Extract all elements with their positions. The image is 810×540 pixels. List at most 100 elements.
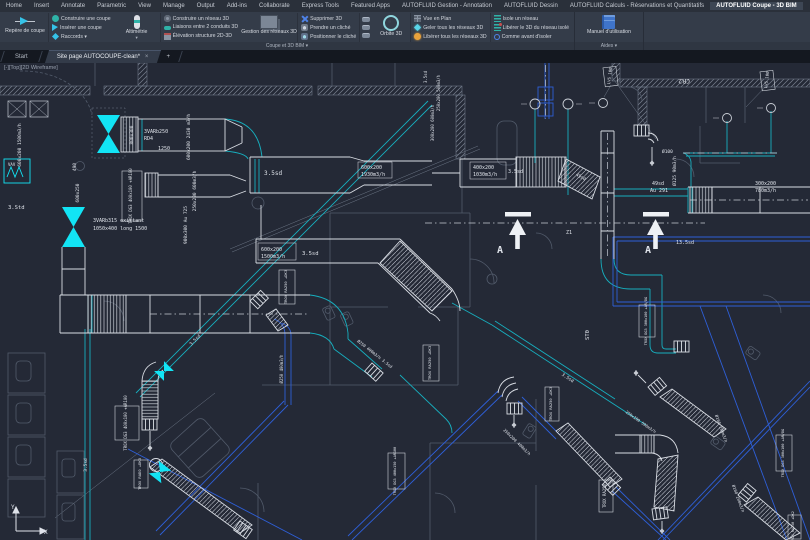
vav-label: VAV [8, 162, 16, 167]
fixture-label: LVS 100 [606, 67, 613, 85]
orbite-3d-button[interactable]: Orbite 3D [372, 13, 410, 42]
trox-label: TROX DG3 400x100 +AR100 [123, 395, 128, 451]
delete-x-icon [301, 15, 308, 22]
tab-start[interactable]: Start [5, 50, 38, 63]
manuel-utilisation-button[interactable]: Manuel d'utilisation [577, 13, 641, 42]
ribbon-tab-bar: Home Insert Annotate Parametric View Man… [0, 0, 810, 12]
database-icon [362, 25, 370, 30]
supprimer-3d-button[interactable]: Supprimer 3D [301, 15, 356, 22]
tab-autofluid-gestion[interactable]: AUTOFLUID Gestion - Annotation [396, 2, 498, 10]
camera-icon [301, 24, 308, 31]
liaisons-conduits-3d-button[interactable]: Liaisons entre 2 conduits 3D [164, 24, 238, 30]
tab-insert[interactable]: Insert [28, 2, 55, 10]
build-network-icon [164, 15, 171, 22]
duct-label: 3VARb315 existant [93, 218, 144, 224]
toilet-fixtures [322, 305, 761, 450]
ribbon-group-aides: Manuel d'utilisation Aides ▾ [575, 12, 644, 50]
room-label: Z1 [566, 230, 572, 236]
ribbon: Repère de coupe Construire une coupe Ins… [0, 12, 810, 51]
duct-label: 600x200 [361, 165, 382, 171]
duct-label: 3.Std [8, 205, 25, 211]
altimetrie-button[interactable]: Altimétrie ▾ [114, 13, 160, 42]
duct-label: 1050x400 long 1500 [93, 226, 147, 232]
insert-section-icon [52, 24, 58, 31]
raccords-button[interactable]: Raccords ▾ [52, 33, 111, 40]
altimetry-icon [134, 15, 140, 29]
section-marker-icon [15, 15, 35, 28]
duct-label: 1930m3/h [361, 172, 385, 178]
close-tab-icon[interactable]: × [145, 54, 149, 60]
tab-collaborate[interactable]: Collaborate [253, 2, 296, 10]
duct-label: 1500m3/h [261, 254, 285, 260]
duct-label: 3.5sd [83, 458, 89, 472]
group-label-coupe[interactable]: Coupe et 3D BIM ▾ [0, 42, 574, 50]
duct-label: 600x200 1500m3/h [17, 123, 23, 167]
ucs-icon [13, 507, 46, 534]
thaw-icon [414, 33, 421, 40]
repere-de-coupe-button[interactable]: Repère de coupe [2, 13, 48, 42]
section-letter: A [497, 245, 503, 256]
trox-label: TROX RA250 [602, 483, 607, 508]
tab-featured-apps[interactable]: Featured Apps [345, 2, 396, 10]
application-window: Home Insert Annotate Parametric View Man… [0, 0, 810, 540]
tab-autofluid-coupe-3d-bim[interactable]: AUTOFLUID Coupe - 3D BIM [710, 2, 803, 10]
tab-view[interactable]: View [132, 2, 157, 10]
tab-output[interactable]: Output [191, 2, 221, 10]
white-duct-layer [60, 99, 810, 540]
build-section-icon [52, 15, 59, 22]
isole-reseau-button[interactable]: Isole un réseau [494, 15, 569, 22]
duct-label: 400x200 [473, 165, 494, 171]
duct-label: 3VARb250 [144, 129, 168, 135]
duct-label: 780m3/h [755, 188, 776, 194]
group-label-aides[interactable]: Aides ▾ [575, 42, 643, 50]
duct-label: 3.5sd [508, 169, 523, 175]
tab-parametric[interactable]: Parametric [91, 2, 132, 10]
construire-une-coupe-button[interactable]: Construire une coupe [52, 15, 111, 22]
comme-avant-isoler-button[interactable]: Comme avant d'isoler [494, 34, 569, 40]
duct-label: Ø100 [662, 148, 673, 155]
duct-label: 600x250 [75, 183, 81, 202]
drawing-canvas[interactable]: [-][Top][2D Wireframe] [0, 63, 810, 540]
new-tab-button[interactable]: + [158, 50, 178, 63]
tab-annotate[interactable]: Annotate [55, 2, 91, 10]
pipe-label: Ø250 400m3/h 3.5sd [356, 339, 394, 370]
tab-document-active[interactable]: Site page AUTOCOUPE-clean* × [45, 50, 161, 63]
pipe-label: 250x200 500m3/h [625, 409, 658, 434]
tab-express-tools[interactable]: Express Tools [296, 2, 345, 10]
elevation-structure-button[interactable]: Élévation structure 2D-3D [164, 33, 238, 40]
ribbon-group-coupe-3d-bim: Repère de coupe Construire une coupe Ins… [0, 12, 575, 50]
chevron-down-icon: ▾ [135, 36, 137, 39]
inserer-une-coupe-button[interactable]: Insérer une coupe [52, 24, 111, 31]
trox-label: TROX RA250 +DK3 [283, 270, 288, 304]
prendre-cliche-button[interactable]: Prendre un cliché [301, 24, 356, 31]
viewport-controls[interactable]: [-][Top][2D Wireframe] [4, 65, 58, 71]
file-tab-bar: Start Site page AUTOCOUPE-clean* × + [0, 50, 810, 63]
pipe-label: 250x200 400m3/h [502, 428, 532, 457]
duct-label: 600x200 2430 m3/h [186, 114, 192, 160]
fitting-diamond-icon [52, 33, 59, 40]
duct-label: 13.5sd [676, 240, 694, 246]
duct-label: 300x200 600m3/h [430, 104, 435, 141]
3d-networks-icon [260, 15, 278, 29]
gestion-reseaux-3d-button[interactable]: Gestion des réseaux 3D [241, 13, 297, 42]
vue-en-plan-button[interactable]: Vue en Plan [414, 15, 486, 22]
liberer-3d-isole-button[interactable]: Libérer le 3D du réseau isolé [494, 24, 569, 31]
trox-label: TROX DG3 400x150 +AR100 [393, 447, 397, 495]
tab-addins[interactable]: Add-ins [221, 2, 253, 10]
tab-autofluid-dessin[interactable]: AUTOFLUID Dessin [498, 2, 564, 10]
duct-label: 49sd [652, 181, 664, 187]
duct-label: Ø125 90m3/h [671, 156, 678, 186]
geler-reseaux-button[interactable]: Geler tous les réseaux 3D [414, 24, 486, 31]
tab-manage[interactable]: Manage [157, 2, 191, 10]
tab-home[interactable]: Home [0, 2, 28, 10]
liberer-tous-reseaux-button[interactable]: Libérer tous les réseaux 3D [414, 33, 486, 40]
duct-label: 490 [72, 163, 78, 171]
tab-autofluid-calculs[interactable]: AUTOFLUID Calculs - Réservations et Quan… [564, 2, 710, 10]
link-ducts-icon [164, 26, 171, 30]
snapshot-db-buttons[interactable] [359, 13, 372, 42]
duct-label: RD4 [144, 136, 153, 142]
positionner-cliche-button[interactable]: Positionner le cliché [301, 33, 356, 40]
construire-reseau-3d-button[interactable]: Construire un réseau 3D [164, 15, 238, 22]
trox-label: TROX RA250 +DK3 [548, 387, 553, 421]
room-label: CR2 [678, 77, 690, 85]
